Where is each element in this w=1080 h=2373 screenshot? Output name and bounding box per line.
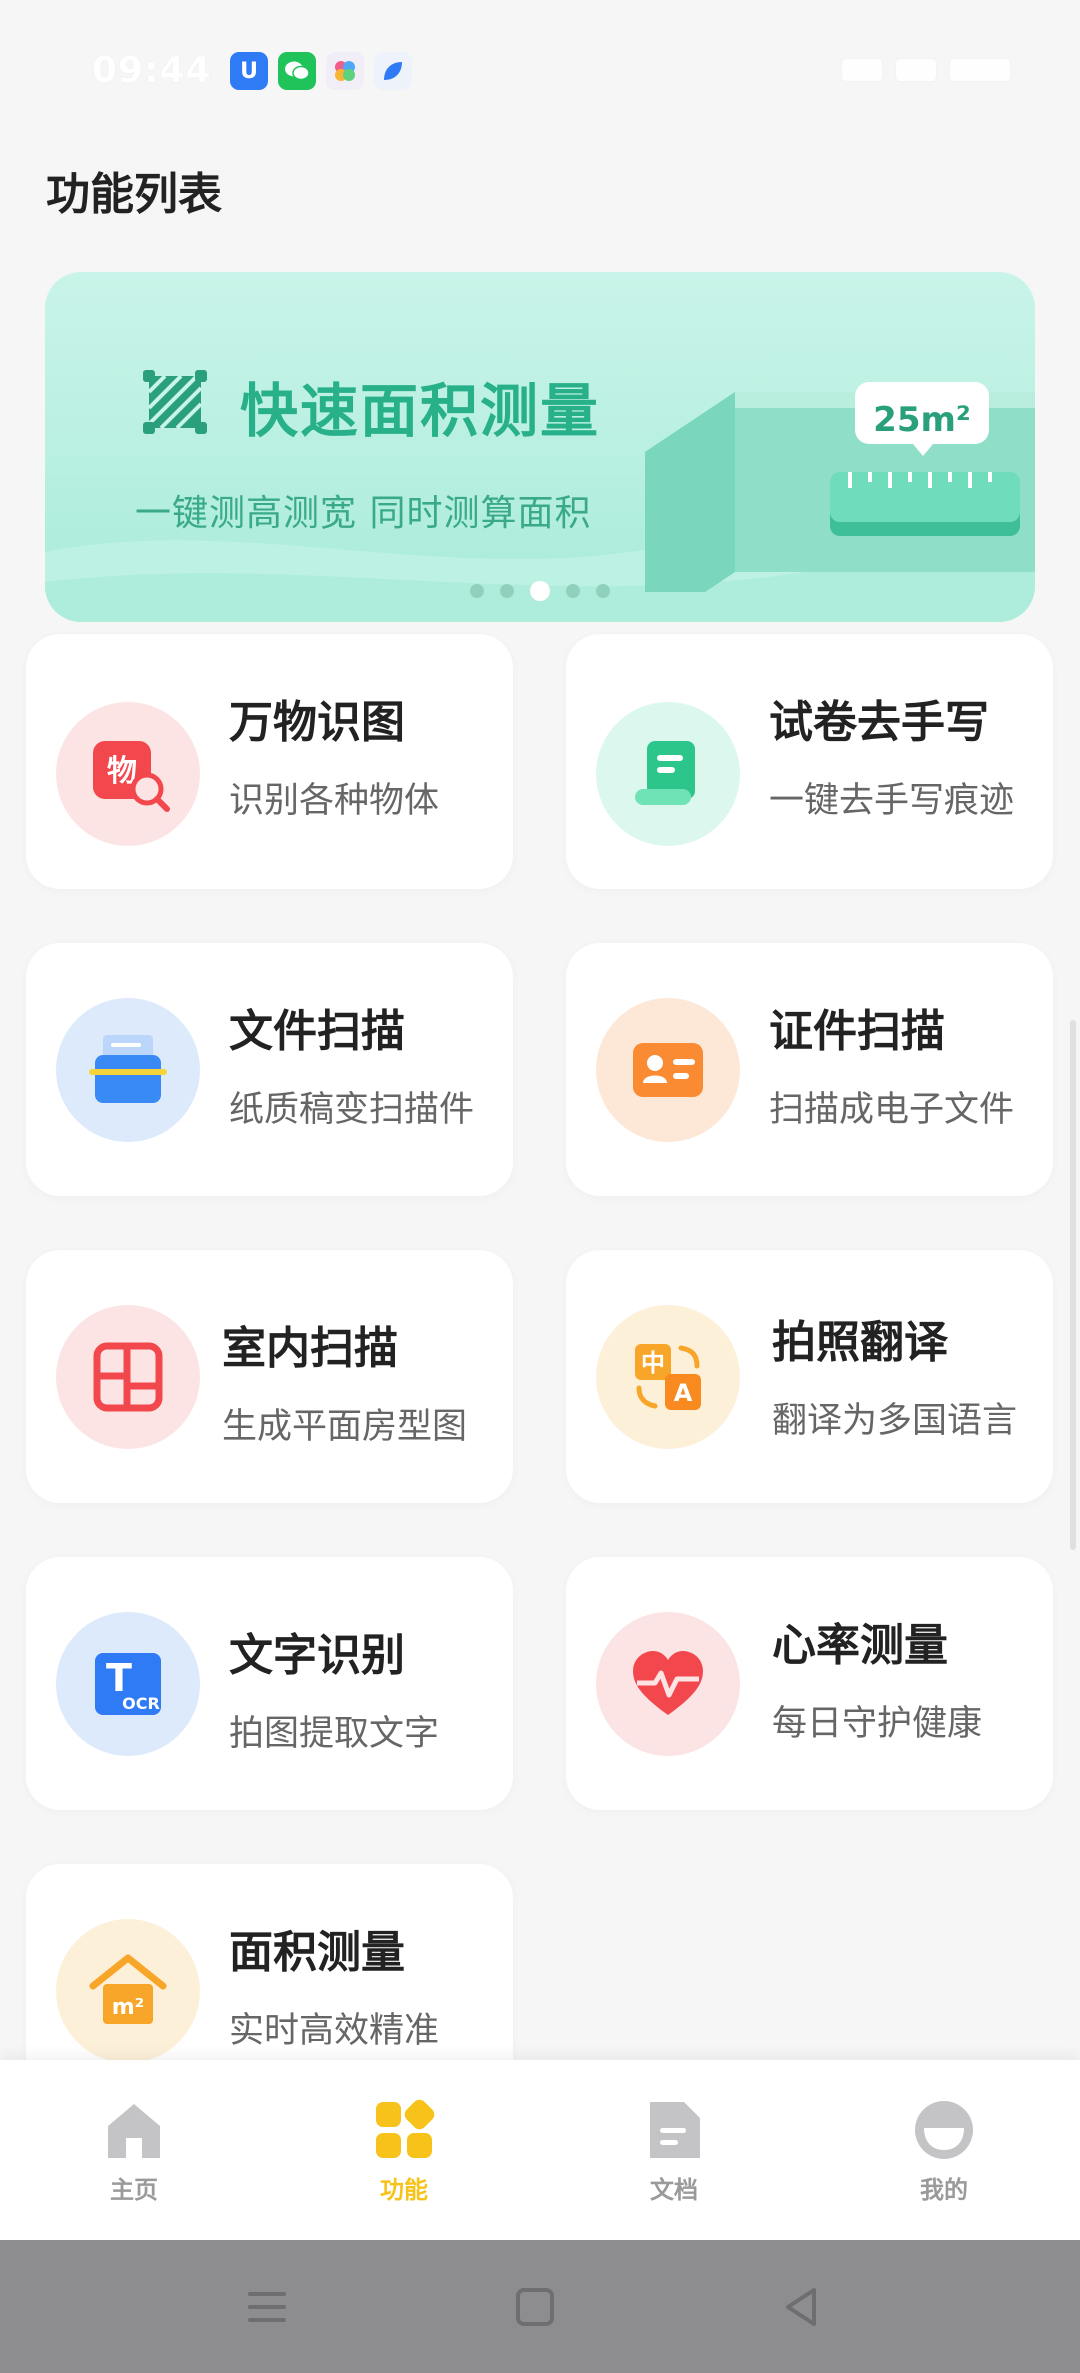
banner-dot-active[interactable] — [530, 581, 550, 601]
tab-documents[interactable]: 文档 — [604, 2098, 744, 2218]
object-recognition-icon: 物 — [56, 701, 200, 846]
tab-label: 我的 — [920, 2176, 968, 2204]
feature-card-photo-translate[interactable]: 中 A 拍照翻译 翻译为多国语言 — [566, 1250, 1053, 1503]
feature-desc: 实时高效精准 — [229, 2011, 440, 2051]
feature-desc: 翻译为多国语言 — [772, 1401, 1018, 1441]
area-select-icon — [143, 370, 207, 434]
feature-desc: 识别各种物体 — [229, 781, 440, 821]
document-icon — [650, 2102, 700, 2158]
status-time: 09:44 — [92, 50, 212, 91]
banner-dot[interactable] — [470, 584, 484, 598]
menu-icon[interactable] — [242, 2282, 292, 2332]
tab-features[interactable]: 功能 — [334, 2098, 474, 2218]
svg-text:m²: m² — [112, 1995, 145, 2020]
tab-home[interactable]: 主页 — [64, 2098, 204, 2218]
scrollbar[interactable] — [1070, 1020, 1076, 1550]
feature-card-ocr[interactable]: T OCR 文字识别 拍图提取文字 — [26, 1557, 513, 1810]
ocr-icon: T OCR — [56, 1611, 200, 1756]
tab-label: 主页 — [110, 2176, 158, 2204]
id-card-scan-icon — [596, 997, 740, 1142]
tab-profile[interactable]: 我的 — [874, 2098, 1014, 2218]
tab-label: 功能 — [380, 2176, 428, 2204]
svg-text:OCR: OCR — [122, 1694, 160, 1713]
promo-banner[interactable]: 快速面积测量 一键测高测宽 同时测算面积 25m² — [45, 272, 1035, 622]
banner-area-tag: 25m² — [873, 400, 971, 440]
banner-dot[interactable] — [566, 584, 580, 598]
feature-desc: 生成平面房型图 — [222, 1407, 468, 1447]
home-icon — [108, 2104, 160, 2158]
feature-card-indoor-scan[interactable]: 室内扫描 生成平面房型图 — [26, 1250, 513, 1503]
feature-desc: 扫描成电子文件 — [769, 1090, 1015, 1130]
profile-icon — [915, 2101, 973, 2159]
back-icon[interactable] — [776, 2282, 826, 2332]
status-bar: 09:44 U — [0, 0, 1080, 140]
feature-desc: 纸质稿变扫描件 — [229, 1090, 475, 1130]
room-ruler-illustration — [645, 382, 1035, 592]
feature-title: 万物识图 — [229, 697, 405, 748]
feature-title: 面积测量 — [229, 1927, 405, 1978]
feature-card-document-scan[interactable]: 文件扫描 纸质稿变扫描件 — [26, 943, 513, 1196]
feature-card-remove-handwriting[interactable]: 试卷去手写 一键去手写痕迹 — [566, 634, 1053, 889]
status-indicators — [780, 50, 1010, 90]
banner-title: 快速面积测量 — [240, 377, 601, 445]
floor-plan-icon — [56, 1304, 200, 1449]
apps-icon — [376, 2099, 435, 2158]
remove-handwriting-icon — [596, 701, 740, 846]
feature-desc: 每日守护健康 — [772, 1704, 983, 1744]
feature-title: 文件扫描 — [229, 1006, 405, 1057]
heart-rate-icon — [596, 1611, 740, 1756]
feature-title: 文字识别 — [229, 1630, 405, 1681]
feature-card-object-recognition[interactable]: 物 万物识图 识别各种物体 — [26, 634, 513, 889]
translate-icon: 中 A — [596, 1304, 740, 1449]
u-app-icon: U — [230, 52, 268, 90]
leaf-app-icon — [374, 52, 412, 90]
document-scan-icon — [56, 997, 200, 1142]
feature-desc: 一键去手写痕迹 — [769, 781, 1015, 821]
system-navigation-bar — [0, 2240, 1080, 2373]
bottom-tab-bar: 主页 功能 文档 我的 — [0, 2060, 1080, 2240]
banner-dot[interactable] — [500, 584, 514, 598]
tab-label: 文档 — [650, 2176, 698, 2204]
svg-text:中: 中 — [641, 1349, 665, 1377]
signal-icon — [896, 59, 936, 81]
home-button-icon[interactable] — [510, 2282, 560, 2332]
banner-pagination — [45, 581, 1035, 601]
banner-subtitle: 一键测高测宽 同时测算面积 — [135, 493, 592, 534]
feature-title: 证件扫描 — [769, 1006, 945, 1057]
battery-icon — [950, 59, 1010, 81]
banner-dot[interactable] — [596, 584, 610, 598]
feature-title: 试卷去手写 — [769, 697, 989, 748]
feature-title: 室内扫描 — [222, 1323, 398, 1374]
feature-title: 心率测量 — [772, 1620, 948, 1671]
flower-app-icon — [326, 52, 364, 90]
wifi-icon — [842, 59, 882, 81]
page-title: 功能列表 — [46, 169, 222, 220]
svg-text:A: A — [674, 1379, 693, 1407]
feature-desc: 拍图提取文字 — [229, 1714, 440, 1754]
feature-card-id-card-scan[interactable]: 证件扫描 扫描成电子文件 — [566, 943, 1053, 1196]
feature-title: 拍照翻译 — [772, 1317, 948, 1368]
feature-card-heart-rate[interactable]: 心率测量 每日守护健康 — [566, 1557, 1053, 1810]
wechat-icon — [278, 52, 316, 90]
area-measure-icon: m² — [56, 1918, 200, 2063]
